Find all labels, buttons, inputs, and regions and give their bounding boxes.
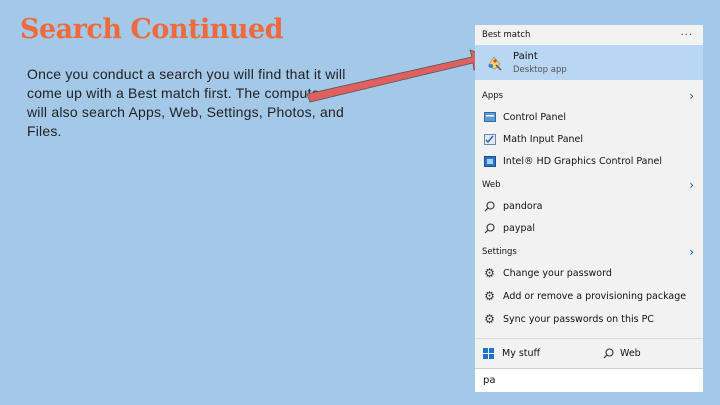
control-panel-icon	[483, 111, 496, 124]
chevron-right-icon: ›	[689, 89, 694, 103]
web-item-pandora[interactable]: pandora	[475, 195, 703, 217]
my-stuff-button[interactable]: My stuff	[475, 347, 593, 359]
windows-logo-icon	[483, 347, 494, 359]
chevron-right-icon: ›	[689, 245, 694, 259]
settings-item-provisioning-package[interactable]: ⚙ Add or remove a provisioning package	[475, 285, 703, 307]
settings-item-sync-passwords[interactable]: ⚙ Sync your passwords on this PC	[475, 308, 703, 330]
bottom-filter-bar: My stuff Web	[475, 340, 703, 366]
gear-icon: ⚙	[484, 266, 495, 280]
chevron-right-icon: ›	[689, 178, 694, 192]
settings-section-header[interactable]: Settings ›	[475, 242, 703, 262]
web-search-button[interactable]: Web	[593, 348, 641, 359]
app-item-intel-graphics[interactable]: Intel® HD Graphics Control Panel	[475, 150, 703, 172]
math-input-panel-icon	[483, 133, 496, 146]
app-item-control-panel[interactable]: Control Panel	[475, 106, 703, 128]
apps-section-header[interactable]: Apps ›	[475, 86, 703, 106]
search-icon	[483, 222, 496, 235]
best-match-title: Paint	[513, 50, 538, 62]
app-item-math-input-panel[interactable]: Math Input Panel	[475, 128, 703, 150]
best-match-subtitle: Desktop app	[513, 64, 567, 75]
search-results-panel: Best match ··· Paint Desktop app Apps › …	[475, 25, 703, 392]
more-options-icon[interactable]: ···	[680, 30, 703, 41]
best-match-paint[interactable]: Paint Desktop app	[475, 45, 703, 80]
search-icon	[603, 347, 614, 359]
search-input-value: pa	[483, 375, 496, 386]
gear-icon: ⚙	[484, 312, 495, 326]
gear-icon: ⚙	[484, 289, 495, 303]
intel-graphics-icon	[483, 155, 496, 168]
divider	[475, 338, 703, 339]
search-icon	[483, 200, 496, 213]
search-input[interactable]: pa	[475, 368, 703, 392]
best-match-header: Best match ···	[475, 25, 703, 45]
paint-app-icon	[487, 56, 502, 71]
web-item-paypal[interactable]: paypal	[475, 217, 703, 239]
web-section-header[interactable]: Web ›	[475, 175, 703, 195]
settings-item-change-password[interactable]: ⚙ Change your password	[475, 262, 703, 284]
